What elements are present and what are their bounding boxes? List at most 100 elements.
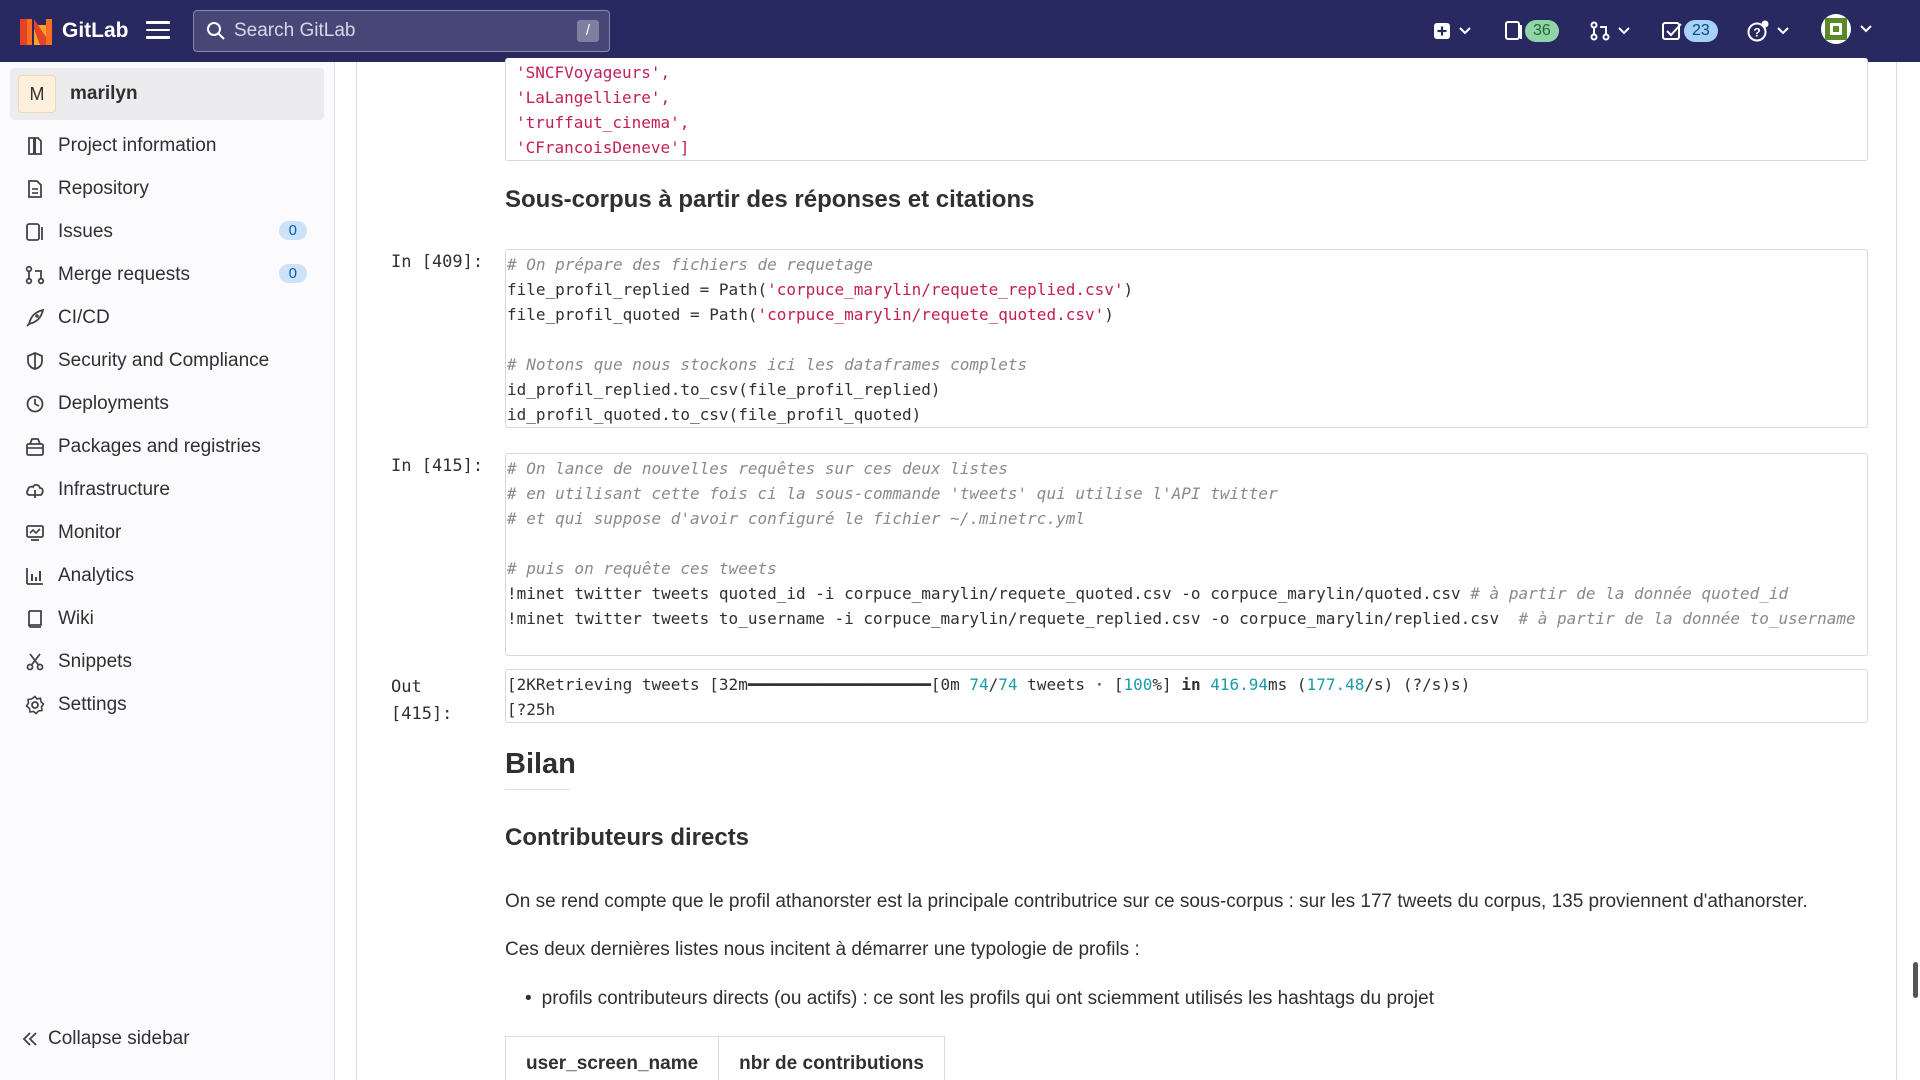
merge-requests-button[interactable] xyxy=(1590,17,1630,45)
todo-icon xyxy=(1662,22,1682,40)
sidebar-item-wiki[interactable]: Wiki xyxy=(10,597,324,640)
output-cell-415: [2KRetrieving tweets [32m━━━━━━━━━━━━━━━… xyxy=(505,669,1868,723)
paragraph: Ces deux dernières listes nous incitent … xyxy=(505,939,1140,960)
output-text: / xyxy=(988,675,999,694)
search-box[interactable]: / xyxy=(193,10,610,52)
output-number: 74 xyxy=(969,675,989,694)
sidebar-item-snippets[interactable]: Snippets xyxy=(10,640,324,683)
code-line: id_profil_replied.to_csv(file_profil_rep… xyxy=(507,380,941,399)
output-text: %] xyxy=(1152,675,1182,694)
code-comment: # Notons que nous stockons ici les dataf… xyxy=(507,355,1028,374)
help-button[interactable]: ? xyxy=(1747,17,1789,45)
section-heading-bilan: Bilan xyxy=(505,748,576,780)
sidebar-item-project-information[interactable]: Project information xyxy=(10,124,324,167)
sidebar-item-issues[interactable]: Issues 0 xyxy=(10,210,324,253)
search-icon xyxy=(207,22,225,40)
sidebar-item-monitor[interactable]: Monitor xyxy=(10,511,324,554)
sidebar-project-header[interactable]: M marilyn xyxy=(10,68,324,120)
merge-requests-count-badge: 0 xyxy=(278,264,307,283)
output-text: /s) (?/s)s) xyxy=(1364,675,1471,694)
shield-icon xyxy=(24,350,46,372)
code-comment: # à partir de la donnée to_username xyxy=(1518,609,1856,628)
sidebar-item-label: CI/CD xyxy=(58,306,110,328)
issues-icon xyxy=(24,221,46,243)
code-comment: # et qui suppose d'avoir configuré le fi… xyxy=(507,509,1085,528)
code-token: file_profil_replied = Path( xyxy=(507,280,768,299)
chevron-down-icon xyxy=(1860,25,1872,33)
sidebar-item-label: Security and Compliance xyxy=(58,349,270,371)
output-text: [2KRetrieving tweets [32m━━━━━━━━━━━━━━━… xyxy=(507,675,970,694)
sidebar-item-merge-requests[interactable]: Merge requests 0 xyxy=(10,253,324,296)
results-table: user_screen_name nbr de contributions xyxy=(504,1036,945,1080)
sidebar-item-deployments[interactable]: Deployments xyxy=(10,382,324,425)
output-prompt: Out [415]: xyxy=(391,674,452,728)
user-menu-button[interactable] xyxy=(1820,14,1872,44)
project-name: marilyn xyxy=(70,83,138,104)
section-heading: Sous-corpus à partir des réponses et cit… xyxy=(505,186,1035,213)
book-icon xyxy=(24,608,46,630)
chevron-down-icon xyxy=(1459,27,1471,35)
code-line: id_profil_quoted.to_csv(file_profil_quot… xyxy=(507,405,922,424)
sidebar-item-settings[interactable]: Settings xyxy=(10,683,324,726)
monitor-icon xyxy=(24,522,46,544)
input-prompt: In [415]: xyxy=(391,456,484,476)
sidebar-item-packages[interactable]: Packages and registries xyxy=(10,425,324,468)
cloud-icon xyxy=(24,479,46,501)
table-header-row: user_screen_name nbr de contributions xyxy=(504,1036,945,1080)
sidebar-nav: Project information Repository Issues 0 … xyxy=(10,124,324,726)
merge-request-icon xyxy=(1590,21,1610,41)
output-line: [2KRetrieving tweets [32m━━━━━━━━━━━━━━━… xyxy=(507,672,1867,697)
sidebar-item-infrastructure[interactable]: Infrastructure xyxy=(10,468,324,511)
code-comment: # On prépare des fichiers de requetage xyxy=(507,255,874,274)
output-line: [?25h xyxy=(507,700,556,719)
double-chevron-left-icon xyxy=(22,1032,37,1046)
sidebar-item-label: Snippets xyxy=(58,650,132,672)
collapse-sidebar-button[interactable]: Collapse sidebar xyxy=(22,1028,190,1050)
table-header-cell: user_screen_name xyxy=(504,1036,720,1080)
code-cell-409: # On prépare des fichiers de requetage f… xyxy=(505,249,1868,428)
sidebar-item-analytics[interactable]: Analytics xyxy=(10,554,324,597)
project-avatar: M xyxy=(18,75,56,113)
chart-icon xyxy=(24,565,46,587)
sidebar-item-cicd[interactable]: CI/CD xyxy=(10,296,324,339)
paragraph: On se rend compte que le profil athanors… xyxy=(505,891,1808,912)
sidebar-item-security[interactable]: Security and Compliance xyxy=(10,339,324,382)
issues-count-badge: 0 xyxy=(278,221,307,240)
hamburger-icon[interactable] xyxy=(146,21,170,41)
scissors-icon xyxy=(24,651,46,673)
code-comment: # puis on requête ces tweets xyxy=(507,559,777,578)
rocket-icon xyxy=(24,307,46,329)
tanuki-logo-icon xyxy=(20,19,52,45)
collapse-sidebar-label: Collapse sidebar xyxy=(48,1028,190,1049)
brand-name: GitLab xyxy=(62,19,129,42)
gear-icon xyxy=(24,694,46,716)
todos-button[interactable]: 23 xyxy=(1662,17,1718,45)
code-comment: # On lance de nouvelles requêtes sur ces… xyxy=(507,459,1008,478)
code-token: ) xyxy=(1104,305,1114,324)
scrollbar-thumb[interactable] xyxy=(1913,962,1918,998)
sidebar-item-label: Monitor xyxy=(58,521,122,543)
todos-count-badge: 23 xyxy=(1684,20,1718,42)
sidebar-item-label: Wiki xyxy=(58,607,94,629)
search-input[interactable] xyxy=(234,20,564,42)
code-line: !minet twitter tweets quoted_id -i corpu… xyxy=(507,581,1867,606)
output-number: 74 xyxy=(998,675,1018,694)
code-line: file_profil_quoted = Path('corpuce_maryl… xyxy=(507,302,1867,327)
gitlab-logo[interactable]: GitLab xyxy=(20,15,129,47)
sidebar-item-repository[interactable]: Repository xyxy=(10,167,324,210)
issues-button[interactable]: 36 xyxy=(1505,17,1559,45)
sidebar-item-label: Settings xyxy=(58,693,127,715)
code-comment: # en utilisant cette fois ci la sous-com… xyxy=(507,484,1278,503)
code-line: !minet twitter tweets to_username -i cor… xyxy=(507,606,1867,631)
help-icon: ? xyxy=(1747,20,1769,42)
svg-text:?: ? xyxy=(1753,26,1760,40)
output-text: tweets · [ xyxy=(1017,675,1124,694)
code-string: 'corpuce_marylin/requete_quoted.csv' xyxy=(757,305,1105,324)
merge-request-icon xyxy=(24,264,46,286)
new-menu-button[interactable] xyxy=(1433,17,1471,45)
code-token: ) xyxy=(1123,280,1134,299)
heading-underline xyxy=(505,789,570,790)
output-prompt-number: [415]: xyxy=(391,704,453,724)
